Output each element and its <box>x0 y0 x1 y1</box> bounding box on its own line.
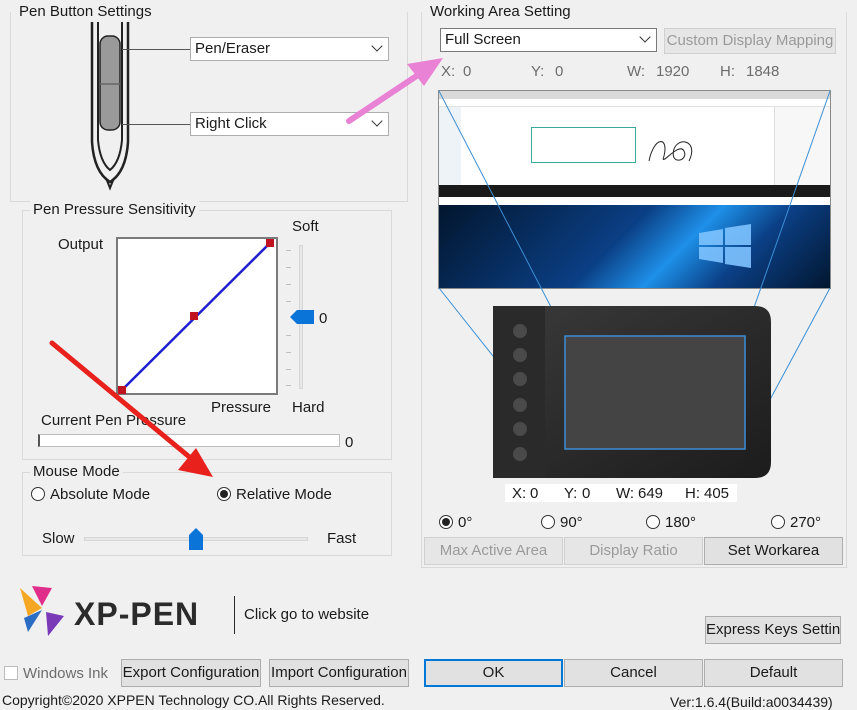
custom-display-mapping-button[interactable]: Custom Display Mapping <box>664 28 836 54</box>
screen-y-label: Y: <box>531 63 545 80</box>
curve-point-end <box>266 239 274 247</box>
slider-thumb-icon[interactable] <box>290 310 314 324</box>
tablet-y-label: Y: <box>564 485 578 502</box>
fast-label: Fast <box>327 530 357 547</box>
absolute-mode-label[interactable]: Absolute Mode <box>50 486 150 503</box>
slider-tick <box>286 385 291 386</box>
curve-point-mid <box>190 312 198 320</box>
max-active-area-button[interactable]: Max Active Area <box>424 537 563 565</box>
rotation-270-radio[interactable] <box>771 515 785 529</box>
working-area-title: Working Area Setting <box>427 3 574 20</box>
screen-h-label: H: <box>720 63 735 80</box>
hard-label: Hard <box>292 399 325 416</box>
current-pressure-label: Current Pen Pressure <box>41 412 187 429</box>
slider-tick <box>286 284 291 285</box>
chevron-down-icon <box>371 115 383 127</box>
tablet-w-value: 649 <box>638 485 664 502</box>
tablet-icon <box>493 306 771 478</box>
pen-lower-connector <box>122 124 190 125</box>
rotation-0-radio[interactable] <box>439 515 453 529</box>
relative-mode-label[interactable]: Relative Mode <box>236 486 332 503</box>
rotation-270-label[interactable]: 270° <box>790 514 821 531</box>
rotation-90-label[interactable]: 90° <box>560 514 583 531</box>
windows-ink-label[interactable]: Windows Ink <box>23 665 108 682</box>
curve-point-start <box>118 386 126 394</box>
slider-tick <box>286 369 291 370</box>
tablet-h-label: H: <box>685 485 700 502</box>
pen-icon <box>90 22 130 191</box>
brand-name[interactable]: XP-PEN <box>74 596 199 633</box>
screen-y-value: 0 <box>555 63 564 80</box>
express-keys-button[interactable]: Express Keys Setting <box>705 616 841 644</box>
slider-tick <box>286 352 291 353</box>
set-workarea-button[interactable]: Set Workarea <box>704 537 843 565</box>
tablet-y-value: 0 <box>582 485 591 502</box>
mouse-mode-title: Mouse Mode <box>30 463 123 480</box>
sensitivity-value: 0 <box>319 310 328 327</box>
windows-ink-checkbox[interactable] <box>4 666 18 680</box>
cancel-button[interactable]: Cancel <box>564 659 703 687</box>
pressure-title: Pen Pressure Sensitivity <box>30 201 199 218</box>
screen-x-label: X: <box>441 63 456 80</box>
slider-tick <box>286 335 291 336</box>
screen-w-label: W: <box>627 63 646 80</box>
lower-button-select[interactable]: Right Click <box>190 112 389 136</box>
pen-upper-connector <box>122 49 190 50</box>
display-ratio-button[interactable]: Display Ratio <box>564 537 703 565</box>
pressure-curve[interactable] <box>116 237 278 395</box>
xp-pen-logo <box>20 586 64 636</box>
upper-button-value: Pen/Eraser <box>195 40 271 57</box>
display-select-value: Full Screen <box>445 31 521 48</box>
screen-w-value: 1920 <box>656 63 690 80</box>
rotation-180-label[interactable]: 180° <box>665 514 696 531</box>
upper-button-select[interactable]: Pen/Eraser <box>190 37 389 61</box>
slider-tick <box>286 267 291 268</box>
ok-button[interactable]: OK <box>424 659 563 687</box>
brand-divider <box>234 596 235 634</box>
rotation-0-label[interactable]: 0° <box>458 514 472 531</box>
output-label: Output <box>58 236 104 253</box>
tablet-x-label: X: <box>512 485 527 502</box>
tablet-w-label: W: <box>616 485 635 502</box>
slider-tick <box>286 301 291 302</box>
export-config-button[interactable]: Export Configuration <box>121 659 261 687</box>
slider-tick <box>286 250 291 251</box>
chevron-down-icon <box>639 31 651 43</box>
pen-button-title: Pen Button Settings <box>16 3 155 20</box>
slider-thumb-icon[interactable] <box>189 528 203 550</box>
tablet-h-value: 405 <box>704 485 730 502</box>
rotation-90-radio[interactable] <box>541 515 555 529</box>
tablet-x-value: 0 <box>530 485 539 502</box>
relative-mode-radio[interactable] <box>217 487 231 501</box>
current-pressure-value: 0 <box>345 434 354 451</box>
soft-label: Soft <box>292 218 319 235</box>
chevron-down-icon <box>371 40 383 52</box>
absolute-mode-radio[interactable] <box>31 487 45 501</box>
rotation-180-radio[interactable] <box>646 515 660 529</box>
pressure-axis-label: Pressure <box>211 399 272 416</box>
slow-label: Slow <box>42 530 75 547</box>
screen-x-value: 0 <box>463 63 472 80</box>
lower-button-value: Right Click <box>195 115 267 132</box>
display-select[interactable]: Full Screen <box>440 28 657 52</box>
screen-h-value: 1848 <box>746 63 780 80</box>
copyright-text: Copyright©2020 XPPEN Technology CO.All R… <box>2 692 385 708</box>
import-config-button[interactable]: Import Configuration <box>269 659 409 687</box>
default-button[interactable]: Default <box>704 659 843 687</box>
website-link[interactable]: Click go to website <box>244 606 369 623</box>
current-pressure-bar <box>38 434 340 447</box>
